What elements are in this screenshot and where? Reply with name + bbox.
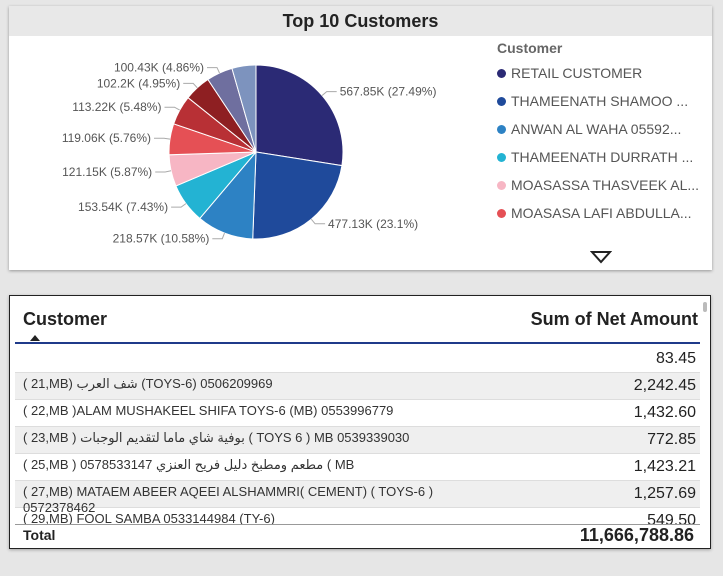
total-label: Total: [23, 527, 56, 543]
slice-data-label: 477.13K (23.1%): [328, 217, 418, 231]
slice-data-label: 218.57K (10.58%): [113, 232, 210, 246]
legend-item[interactable]: THAMEENATH SHAMOO ...: [497, 87, 707, 115]
legend-swatch: [497, 124, 506, 134]
cell-net-amount: 2,242.45: [633, 377, 696, 394]
data-label-leader: [164, 106, 180, 111]
legend-item[interactable]: ANWAN AL WAHA 05592...: [497, 115, 707, 143]
legend-item[interactable]: MOASASSA THASVEEK AL...: [497, 171, 707, 199]
slice-data-label: 121.15K (5.87%): [62, 165, 152, 179]
legend-swatch: [497, 208, 506, 218]
legend-swatch: [497, 152, 506, 162]
sort-ascending-icon[interactable]: [29, 334, 41, 342]
pie-chart-card: Top 10 Customers 567.85K (27.49%) 477.13K…: [9, 6, 712, 270]
slice-data-label: 119.06K (5.76%): [62, 131, 151, 145]
table-row[interactable]: 83.45: [15, 346, 700, 373]
table-row[interactable]: ( 21,MB) شف العرب (TOYS-6) 0506209969 2,2…: [15, 373, 700, 400]
data-label-leader: [171, 203, 187, 208]
slice-data-label: 113.22K (5.48%): [72, 100, 161, 114]
total-value: 11,666,788.86: [579, 525, 694, 545]
legend-swatch: [497, 180, 506, 190]
table-row[interactable]: ( 29,MB) FOOL SAMBA 0533144984 (TY-6) 549…: [15, 508, 700, 524]
chart-legend: Customer RETAIL CUSTOMER THAMEENATH SHAMO…: [497, 40, 707, 227]
table-scrollbar[interactable]: [703, 302, 707, 312]
table-row[interactable]: ( 25,MB ) مطعم ومطبخ دليل فريح العنزي 05…: [15, 454, 700, 481]
table-row[interactable]: ( 22,MB )ALAM MUSHAKEEL SHIFA TOYS-6 (MB…: [15, 400, 700, 427]
legend-item[interactable]: MOASASA LAFI ABDULLA...: [497, 199, 707, 227]
data-label-leader: [154, 137, 171, 140]
cell-net-amount: 549.50: [647, 512, 696, 524]
cell-net-amount: 1,257.69: [633, 485, 696, 502]
legend-swatch: [497, 68, 506, 78]
slice-data-label: 100.43K (4.86%): [114, 61, 204, 75]
table-row[interactable]: ( 27,MB) MATAEM ABEER AQEEI ALSHAMMRI( C…: [15, 481, 700, 515]
data-label-leader: [183, 82, 198, 89]
cell-net-amount: 1,432.60: [633, 404, 696, 421]
legend-label: THAMEENATH SHAMOO ...: [511, 93, 689, 109]
legend-label: MOASASSA THASVEEK AL...: [511, 177, 700, 193]
column-header-customer[interactable]: Customer: [23, 309, 107, 330]
legend-item[interactable]: THAMEENATH DURRATH ...: [497, 143, 707, 171]
table-total-row: Total 11,666,788.86: [15, 524, 700, 547]
legend-scroll-down-icon[interactable]: [590, 250, 612, 264]
table-body: 83.45 ( 21,MB) شف العرب (TOYS-6) 05062099…: [15, 346, 700, 524]
cell-net-amount: 1,423.21: [633, 458, 696, 475]
pie-slice[interactable]: [255, 64, 344, 167]
legend-items: RETAIL CUSTOMER THAMEENATH SHAMOO ... ANWA…: [497, 59, 707, 227]
cell-customer: ( 21,MB) شف العرب (TOYS-6) 0506209969: [23, 376, 273, 391]
table-header: Customer Sum of Net Amount: [15, 304, 700, 344]
legend-label: THAMEENATH DURRATH ...: [511, 149, 694, 165]
legend-title: Customer: [497, 40, 563, 56]
legend-swatch: [497, 96, 506, 106]
legend-label: ANWAN AL WAHA 05592...: [511, 121, 682, 137]
data-label-leader: [207, 67, 220, 74]
data-label-leader: [321, 91, 337, 96]
cell-net-amount: 83.45: [655, 350, 696, 367]
slice-data-label: 153.54K (7.43%): [78, 200, 168, 214]
data-label-leader: [212, 232, 225, 240]
legend-item[interactable]: RETAIL CUSTOMER: [497, 59, 707, 87]
data-label-leader: [310, 218, 326, 225]
table-row[interactable]: ( 23,MB ) بوفية شاي ماما لتقديم الوجبات …: [15, 427, 700, 454]
legend-label: MOASASA LAFI ABDULLA...: [511, 205, 692, 221]
slice-data-label: 102.2K (4.95%): [97, 76, 180, 90]
cell-net-amount: 772.85: [647, 431, 696, 448]
cell-customer: ( 22,MB )ALAM MUSHAKEEL SHIFA TOYS-6 (MB…: [23, 403, 394, 418]
column-header-net-amount[interactable]: Sum of Net Amount: [531, 309, 698, 330]
cell-customer: ( 29,MB) FOOL SAMBA 0533144984 (TY-6): [23, 511, 275, 524]
data-label-leader: [155, 170, 172, 173]
slice-data-label: 567.85K (27.49%): [340, 85, 437, 99]
cell-customer: ( 23,MB ) بوفية شاي ماما لتقديم الوجبات …: [23, 430, 410, 445]
cell-customer: ( 25,MB ) مطعم ومطبخ دليل فريح العنزي 05…: [23, 457, 355, 472]
legend-label: RETAIL CUSTOMER: [511, 65, 643, 81]
customer-table: Customer Sum of Net Amount 83.45 ( 21,MB)…: [9, 295, 711, 549]
